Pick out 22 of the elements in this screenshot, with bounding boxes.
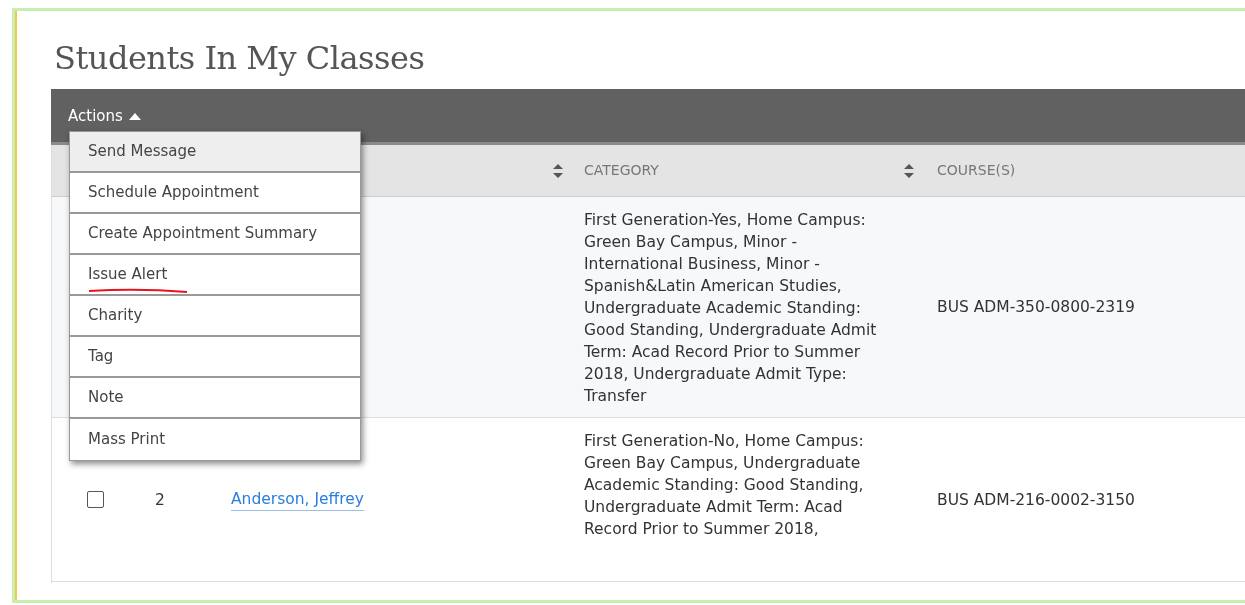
course-text: BUS ADM-350-0800-2319	[937, 297, 1135, 319]
menu-item[interactable]: Create Appointment Summary	[70, 214, 360, 255]
page-title: Students In My Classes	[54, 39, 426, 78]
course-text: BUS ADM-216-0002-3150	[937, 489, 1135, 511]
menu-item[interactable]: Issue Alert	[70, 255, 360, 296]
row-number: 2	[155, 489, 165, 511]
row-checkbox[interactable]	[87, 491, 104, 509]
sort-icon[interactable]	[904, 163, 914, 178]
menu-item[interactable]: Charity	[70, 296, 360, 337]
category-text: First Generation-No, Home Campus: Green Bay Campus, Undergraduate Academic Standing: Good Standing, Undergraduate Admit Term: Acad Record Prior to Summer 2018,	[584, 432, 864, 539]
column-header[interactable]: CATEGORY	[584, 162, 659, 179]
menu-item[interactable]: Mass Print	[70, 419, 360, 460]
actions-dropdown[interactable]: Actions	[68, 105, 141, 128]
column-header[interactable]: COURSE(S)	[937, 160, 1016, 182]
menu-item[interactable]: Schedule Appointment	[70, 173, 360, 214]
menu-item[interactable]: Send Message	[70, 132, 360, 173]
caret-up-icon	[128, 113, 141, 121]
sort-icon[interactable]	[553, 163, 563, 178]
student-name-link[interactable]: Anderson, Jeffrey	[231, 488, 364, 512]
menu-item[interactable]: Tag	[70, 337, 360, 378]
menu-item[interactable]: Note	[70, 378, 360, 419]
category-text: First Generation-Yes, Home Campus: Green Bay Campus, Minor - International Business, Minor - Spanish&Latin American Studies, Undergraduate Academic Standing: Good Standing, Undergraduate Admit Term: Acad Record Prior to Summer 2018, Undergraduate Admit Type: Transfer	[584, 211, 877, 406]
